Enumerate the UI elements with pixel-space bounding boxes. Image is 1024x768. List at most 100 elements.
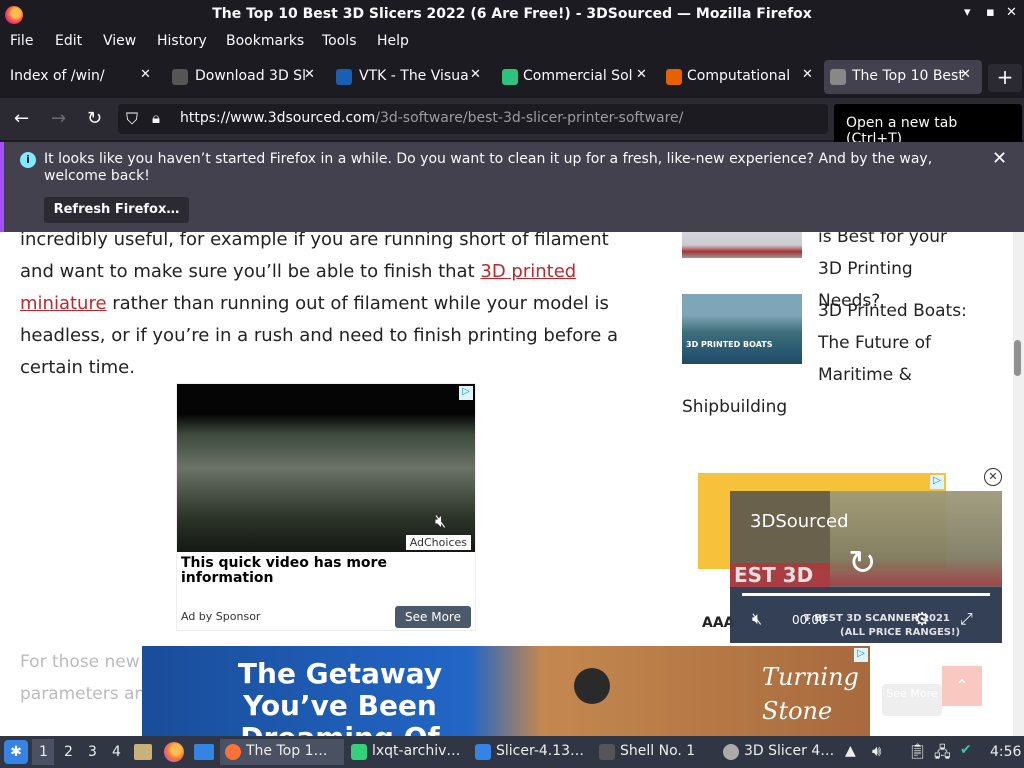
lock-icon[interactable]: 🔒︎ [152, 109, 160, 127]
adchoices-label[interactable]: AdChoices [405, 535, 471, 550]
desktop-3[interactable]: 3 [88, 744, 97, 760]
tab-favicon-icon [336, 69, 352, 85]
page-scrollbar[interactable] [1013, 232, 1024, 736]
task-slicer-folder[interactable]: Slicer-4.13… [470, 739, 590, 765]
menu-help[interactable]: Help [377, 33, 409, 49]
desktop-1[interactable]: 1 [39, 744, 48, 760]
forward-arrow-icon[interactable]: → [51, 108, 66, 129]
show-desktop-icon[interactable] [194, 744, 214, 760]
mute-icon[interactable]: 🔇︎ [752, 609, 762, 629]
slicer-icon [723, 744, 739, 760]
tab-favicon-icon [830, 69, 846, 85]
video-caption-2: (ALL PRICE RANGES!) [840, 627, 961, 638]
tab-label: The Top 10 Best [852, 68, 964, 84]
tab-commercial[interactable]: Commercial Sol ✕ [496, 60, 658, 94]
tab-label: Index of /win/ [10, 68, 105, 84]
task-firefox[interactable]: The Top 1… [220, 739, 344, 765]
adchoices-icon[interactable]: ▷ [930, 475, 944, 489]
adchoices-icon[interactable]: ▷ [459, 386, 473, 400]
replay-icon[interactable]: ↻ [848, 543, 877, 583]
tab-close-icon[interactable]: ✕ [470, 67, 481, 82]
file-manager-icon[interactable] [134, 744, 152, 760]
scroll-to-top-button[interactable]: ⌃ [942, 666, 982, 706]
scrollbar-thumb[interactable] [1014, 340, 1021, 376]
minimize-icon[interactable]: ▾ [964, 5, 971, 20]
tab-computational[interactable]: Computational ✕ [660, 60, 822, 94]
desktop-2[interactable]: 2 [64, 744, 73, 760]
volume-icon[interactable]: 🔊︎ [872, 742, 881, 760]
menu-edit[interactable]: Edit [55, 33, 82, 49]
web-page: incredibly useful, for example if you ar… [0, 232, 1024, 736]
video-progress-bar[interactable] [742, 593, 990, 596]
adchoices-icon[interactable]: ▷ [854, 648, 868, 662]
tab-vtk[interactable]: VTK - The Visua ✕ [330, 60, 492, 94]
menu-bar: File Edit View History Bookmarks Tools H… [0, 30, 1024, 56]
article-faded-text: For those new t parameters and [20, 652, 156, 704]
ad-brand-logo: Turning Stone [762, 663, 859, 725]
faded-see-more[interactable]: See More [882, 684, 942, 716]
tab-close-icon[interactable]: ✕ [140, 67, 151, 82]
sidebar-thumbnail-2[interactable]: 3D PRINTED BOATS [682, 294, 802, 364]
video-ad[interactable]: 🔇︎ ▷ AdChoices This quick video has more… [176, 383, 476, 631]
task-3d-slicer[interactable]: 3D Slicer 4… [718, 739, 838, 765]
clipboard-icon[interactable]: 📋︎ [908, 742, 927, 760]
mute-icon[interactable]: 🔇︎ [435, 511, 446, 532]
new-tab-button[interactable]: + [988, 64, 1022, 92]
firefox-launcher-icon[interactable] [164, 742, 184, 762]
reload-icon[interactable]: ↻ [87, 108, 102, 129]
article-text: rather than running out of filament whil… [20, 293, 619, 378]
tab-close-icon[interactable]: ✕ [304, 67, 315, 82]
sidebar-thumbnail-1[interactable] [682, 232, 802, 258]
close-video-icon[interactable]: ✕ [984, 468, 1002, 486]
tab-download-slicer[interactable]: Download 3D Sl ✕ [166, 60, 326, 94]
sidebar-link-2[interactable]: 3D Printed Boats: The Future of Maritime… [818, 295, 968, 391]
desktop-4[interactable]: 4 [112, 744, 121, 760]
maximize-icon[interactable]: ▪ [986, 5, 995, 20]
menu-tools[interactable]: Tools [322, 33, 357, 49]
video-banner: EST 3D [730, 563, 830, 587]
window-title: The Top 10 Best 3D Slicers 2022 (6 Are F… [212, 6, 812, 22]
tab-index-win[interactable]: Index of /win/ ✕ [0, 60, 162, 94]
task-lxqt-archiver[interactable]: lxqt-archiv… [346, 739, 466, 765]
refresh-firefox-button[interactable]: Refresh Firefox… [44, 197, 189, 223]
scroll-tray-icon[interactable]: ▲ [845, 743, 856, 759]
taskbar: ✱ 1 2 3 4 The Top 1… lxqt-archiv… Slicer… [0, 736, 1024, 768]
notification-message: It looks like you haven’t started Firefo… [44, 151, 933, 184]
thumbnail-caption: 3D PRINTED BOATS [686, 340, 773, 349]
network-icon[interactable]: 🖧 [934, 742, 951, 767]
close-notification-icon[interactable]: ✕ [992, 148, 1007, 169]
shield-icon[interactable]: ⛉ [126, 109, 138, 129]
back-arrow-icon[interactable]: ← [14, 108, 29, 129]
settings-gear-icon[interactable]: ⚙ [914, 609, 930, 630]
task-shell[interactable]: Shell No. 1 [594, 739, 714, 765]
tab-close-icon[interactable]: ✕ [960, 67, 971, 82]
ad-title[interactable]: This quick video has more information [181, 556, 441, 586]
menu-view[interactable]: View [103, 33, 136, 49]
tab-favicon-icon [666, 69, 682, 85]
bottom-banner-ad[interactable]: The Getaway You’ve Been Dreaming Of Turn… [142, 646, 870, 736]
tab-top10-slicers[interactable]: The Top 10 Best ✕ [824, 60, 982, 94]
clock: 4:56 [990, 744, 1022, 760]
close-window-icon[interactable]: ✕ [1006, 5, 1017, 20]
fullscreen-icon[interactable]: ⤢ [960, 609, 973, 629]
tab-favicon-icon [502, 69, 518, 85]
floating-video-player[interactable]: EST 3D T BEST 3D SCANNER 2021 (ALL PRICE… [730, 491, 1002, 643]
start-menu-icon[interactable]: ✱ [4, 740, 28, 764]
tab-label: Commercial Sol [523, 68, 633, 84]
window-titlebar: The Top 10 Best 3D Slicers 2022 (6 Are F… [0, 0, 1024, 30]
url-text[interactable]: https://www.3dsourced.com/3d-software/be… [180, 110, 683, 126]
url-bar[interactable]: ⛉ 🔒︎ https://www.3dsourced.com/3d-softwa… [118, 104, 828, 134]
firefox-icon [225, 744, 241, 760]
menu-bookmarks[interactable]: Bookmarks [226, 33, 304, 49]
tab-label: VTK - The Visua [359, 68, 469, 84]
ad-sponsor: Ad by Sponsor [181, 610, 261, 623]
menu-history[interactable]: History [157, 33, 207, 49]
tab-close-icon[interactable]: ✕ [802, 67, 813, 82]
update-icon[interactable]: ✔ [960, 742, 972, 758]
new-tab-tooltip: Open a new tab (Ctrl+T) [834, 104, 1022, 147]
menu-file[interactable]: File [10, 33, 33, 49]
tab-close-icon[interactable]: ✕ [636, 67, 647, 82]
see-more-button[interactable]: See More [395, 606, 471, 628]
sidebar-link-2-cont[interactable]: Shipbuilding [682, 391, 787, 423]
ad-video[interactable]: 🔇︎ [177, 384, 475, 552]
